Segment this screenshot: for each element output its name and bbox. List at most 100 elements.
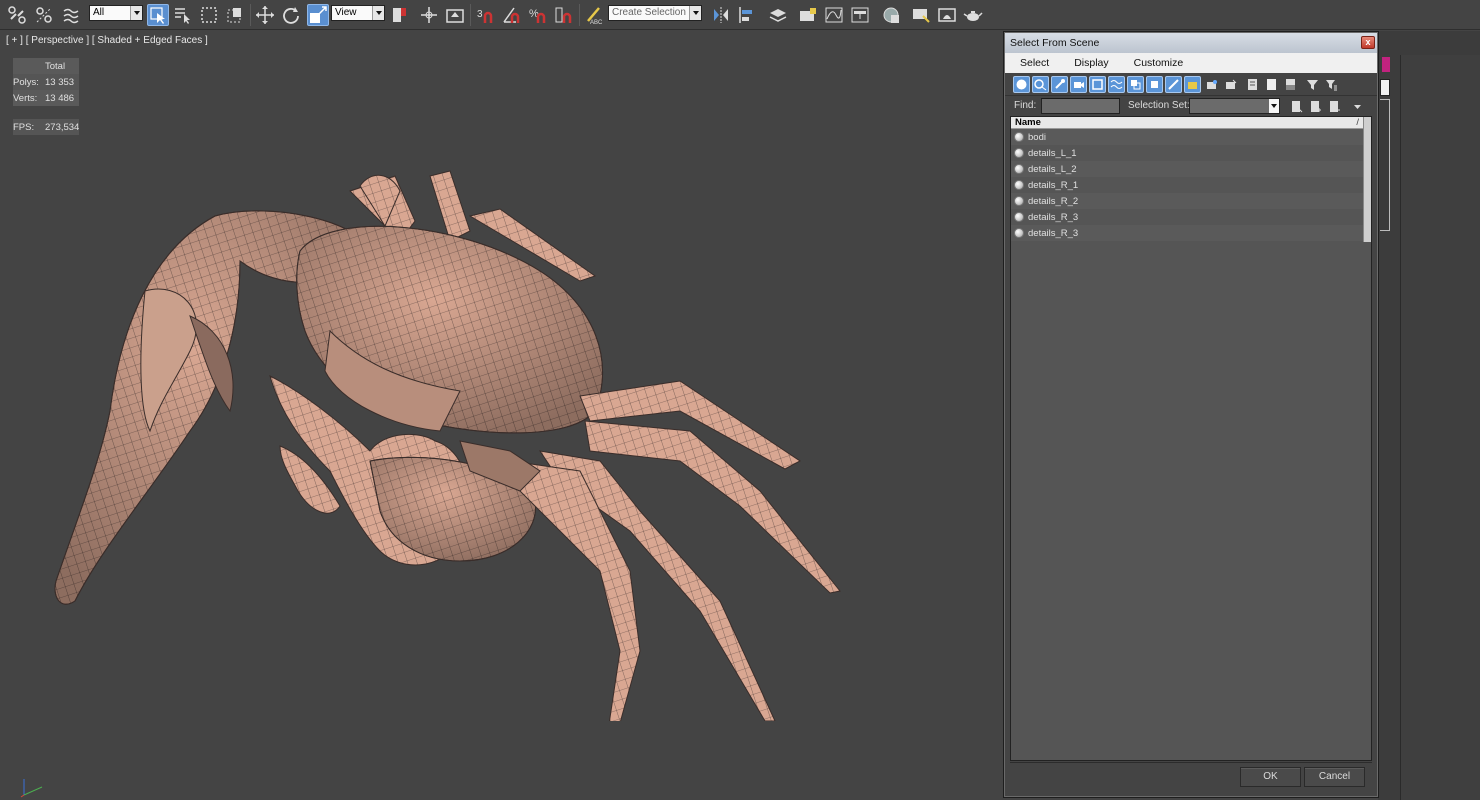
select-from-scene-dialog: Select From Scene x Select Display Custo… [1003,31,1379,798]
dialog-title: Select From Scene [1010,37,1100,49]
cancel-button[interactable]: Cancel [1304,767,1365,787]
options-chevron-icon[interactable] [1349,98,1366,115]
stats-verts-value: 13 486 [45,92,75,104]
viewport-label[interactable]: [ + ] [ Perspective ] [ Shaded + Edged F… [6,35,208,46]
unlink-selection-icon[interactable] [33,4,55,26]
window-crossing-icon[interactable] [224,4,246,26]
select-and-manipulate-icon[interactable] [418,4,440,26]
list-item[interactable]: details_L_1 [1011,145,1371,161]
display-hidden-icon[interactable] [1222,76,1239,93]
modifier-stack-box[interactable] [1380,99,1390,231]
manage-layers-icon[interactable] [767,4,789,26]
remove-from-selection-set-icon[interactable] [1326,98,1343,115]
main-toolbar: All View 3 % ABC Create Selection Se [0,0,1480,30]
display-frozen-icon[interactable] [1203,76,1220,93]
filter-icon[interactable] [1304,76,1321,93]
display-containers-icon[interactable] [1184,76,1201,93]
display-invert-icon[interactable] [1282,76,1299,93]
object-node-icon [1014,148,1024,158]
sort-indicator-icon: / [1356,117,1359,128]
filter-settings-icon[interactable] [1323,76,1340,93]
create-selection-set-icon[interactable] [1288,98,1305,115]
perspective-viewport[interactable]: [ + ] [ Perspective ] [ Shaded + Edged F… [0,31,1003,800]
schematic-view-icon[interactable] [849,4,871,26]
select-by-name-icon[interactable] [172,4,194,26]
list-item[interactable]: details_L_2 [1011,161,1371,177]
rectangular-selection-region-icon[interactable] [198,4,220,26]
display-helpers-icon[interactable] [1089,76,1106,93]
object-node-icon [1014,196,1024,206]
ok-button[interactable]: OK [1240,767,1301,787]
list-item-label: details_R_3 [1028,227,1079,239]
toggle-scene-explorer-icon[interactable] [797,4,819,26]
select-and-link-icon[interactable] [6,4,28,26]
display-space-warps-icon[interactable] [1108,76,1125,93]
object-node-icon [1014,132,1024,142]
stats-polys-value: 13 353 [45,76,75,88]
material-editor-icon[interactable] [880,4,902,26]
dialog-title-bar[interactable]: Select From Scene x [1005,33,1377,53]
display-xrefs-icon[interactable] [1146,76,1163,93]
list-scrollbar[interactable] [1363,117,1371,242]
selection-set-dropdown[interactable] [1189,98,1280,114]
list-item[interactable]: details_R_3 [1011,209,1371,225]
reference-coordinate-dropdown[interactable]: View [331,5,385,21]
stats-verts-label: Verts: [13,92,38,104]
keyboard-shortcut-override-icon[interactable] [444,4,466,26]
modifier-list-dropdown[interactable] [1380,79,1390,96]
rendered-frame-window-icon[interactable] [936,4,958,26]
name-column-header[interactable]: Name / [1011,117,1371,129]
render-production-teapot-icon[interactable] [962,4,984,26]
list-item-label: details_L_2 [1028,163,1077,175]
close-button[interactable]: x [1361,36,1375,49]
display-cameras-icon[interactable] [1070,76,1087,93]
display-shapes-icon[interactable] [1032,76,1049,93]
statistics-overlay: Total Polys: 13 353 Verts: 13 486 FPS: 273,… [13,58,80,135]
menu-select[interactable]: Select [1015,57,1054,69]
named-selection-sets-dropdown[interactable]: Create Selection Se [608,5,702,21]
mirror-icon[interactable] [710,4,732,26]
object-color-swatch[interactable] [1382,57,1390,72]
list-item[interactable]: details_R_2 [1011,193,1371,209]
display-none-icon[interactable] [1263,76,1280,93]
spinner-snap-toggle-icon[interactable] [553,4,575,26]
list-item[interactable]: bodi [1011,129,1371,145]
edit-named-selection-sets-icon[interactable]: ABC [583,4,605,26]
selection-filter-dropdown[interactable]: All [89,5,143,21]
svg-text:3: 3 [477,9,483,20]
svg-text:ABC: ABC [590,20,603,25]
toolbar-separator [470,4,471,26]
bind-to-space-warp-icon[interactable] [60,4,82,26]
display-all-icon[interactable] [1244,76,1261,93]
toolbar-separator [250,4,251,26]
snaps-toggle-icon[interactable]: 3 [475,4,497,26]
menu-customize[interactable]: Customize [1129,57,1189,69]
find-row: Find: Selection Set: [1005,96,1377,116]
dialog-icon-toolbar [1005,74,1377,96]
add-to-selection-set-icon[interactable] [1307,98,1324,115]
display-lights-icon[interactable] [1051,76,1068,93]
command-panel-rollout [1400,55,1480,800]
move-icon[interactable] [254,4,276,26]
display-geometry-icon[interactable] [1013,76,1030,93]
pivot-center-icon[interactable] [389,4,411,26]
find-input[interactable] [1041,98,1120,114]
list-item[interactable]: details_R_1 [1011,177,1371,193]
angle-snap-toggle-icon[interactable] [501,4,523,26]
crab-mesh-model[interactable] [40,131,860,721]
name-column-label: Name [1015,117,1041,128]
display-bones-icon[interactable] [1165,76,1182,93]
curve-editor-icon[interactable] [823,4,845,26]
object-node-icon [1014,212,1024,222]
scale-icon[interactable] [307,4,329,26]
list-item[interactable]: details_R_3 [1011,225,1371,241]
align-icon[interactable] [736,4,758,26]
rotate-icon[interactable] [280,4,302,26]
percent-snap-toggle-icon[interactable]: % [527,4,549,26]
select-object-icon[interactable] [147,4,169,26]
display-groups-icon[interactable] [1127,76,1144,93]
menu-display[interactable]: Display [1069,57,1113,69]
scene-object-list[interactable]: Name / bodi details_L_1 details_L_2 deta… [1010,116,1372,761]
render-setup-icon[interactable] [910,4,932,26]
stats-total-label: Total [45,60,66,72]
